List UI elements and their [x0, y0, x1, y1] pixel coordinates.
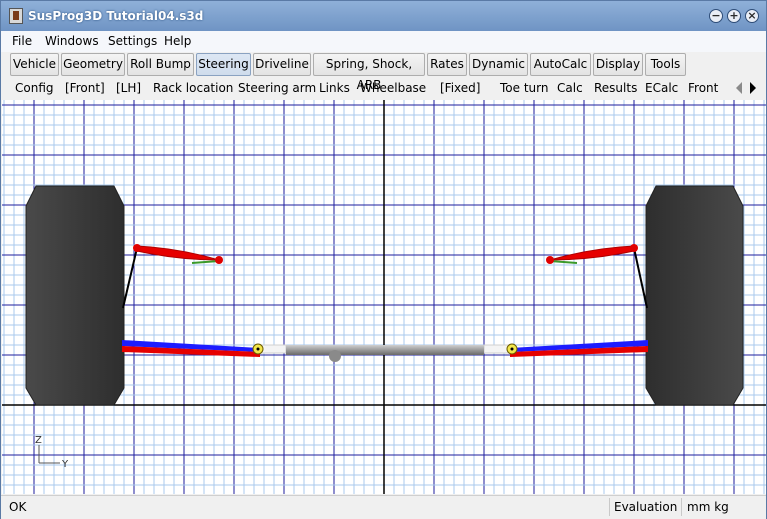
left-upper-inner-joint — [215, 256, 223, 264]
subtab-links[interactable]: Links — [319, 81, 350, 95]
title-bar: SusProg3D Tutorial04.s3d − + × — [1, 1, 766, 31]
status-message: OK — [9, 500, 27, 514]
menu-file[interactable]: File — [12, 34, 32, 48]
tab-autocalc[interactable]: AutoCalc — [530, 53, 591, 76]
right-upper-outer-joint — [630, 244, 638, 252]
tab-display[interactable]: Display — [593, 53, 643, 76]
app-icon — [9, 8, 23, 24]
subtab-rack-location[interactable]: Rack location — [153, 81, 233, 95]
left-tire[interactable] — [25, 185, 125, 406]
tab-steering[interactable]: Steering — [196, 53, 251, 76]
tab-rates[interactable]: Rates — [427, 53, 467, 76]
tab-driveline[interactable]: Driveline — [253, 53, 311, 76]
steering-rack[interactable] — [286, 345, 484, 355]
tab-geometry[interactable]: Geometry — [61, 53, 125, 76]
left-tie-rod[interactable] — [259, 344, 287, 354]
scroll-left-icon[interactable] — [736, 82, 742, 94]
steering-subtabs: Config [Front] [LH] Rack location Steeri… — [1, 78, 766, 99]
left-upper-outer-joint — [133, 244, 141, 252]
window-title: SusProg3D Tutorial04.s3d — [28, 9, 204, 23]
subtab-front-view[interactable]: Front — [688, 81, 718, 95]
viewport-canvas: Z Y — [2, 100, 766, 494]
status-units: mm kg — [687, 500, 729, 514]
menu-bar: File Windows Settings Help — [1, 31, 766, 52]
status-divider — [609, 498, 610, 516]
subtab-wheelbase[interactable]: Wheelbase — [360, 81, 426, 95]
subtab-calc[interactable]: Calc — [557, 81, 583, 95]
app-window: SusProg3D Tutorial04.s3d − + × File Wind… — [0, 0, 767, 519]
tab-tools[interactable]: Tools — [645, 53, 686, 76]
pinion — [329, 350, 341, 362]
scroll-right-icon[interactable] — [750, 82, 756, 94]
status-divider — [681, 498, 682, 516]
menu-help[interactable]: Help — [164, 34, 191, 48]
close-icon[interactable]: × — [745, 9, 759, 23]
subtab-ecalc[interactable]: ECalc — [645, 81, 678, 95]
axis-y-label: Y — [61, 459, 69, 470]
subtab-front[interactable]: [Front] — [65, 81, 105, 95]
right-tie-rod[interactable] — [483, 344, 511, 354]
tab-roll-bump[interactable]: Roll Bump — [127, 53, 194, 76]
subtab-config[interactable]: Config — [15, 81, 54, 95]
tab-dynamic[interactable]: Dynamic — [469, 53, 528, 76]
tab-vehicle[interactable]: Vehicle — [10, 53, 59, 76]
right-upper-inner-joint — [546, 256, 554, 264]
main-tabs: Vehicle Geometry Roll Bump Steering Driv… — [1, 52, 766, 92]
subtab-steering-arm[interactable]: Steering arm — [238, 81, 316, 95]
subtab-results[interactable]: Results — [594, 81, 637, 95]
status-mode: Evaluation — [614, 500, 678, 514]
suspension-3d-view[interactable]: Z Y — [2, 100, 766, 494]
minimize-icon[interactable]: − — [709, 9, 723, 23]
menu-windows[interactable]: Windows — [45, 34, 99, 48]
tab-spring-shock-arb[interactable]: Spring, Shock, ARB — [313, 53, 425, 92]
status-bar: OK Evaluation mm kg — [1, 495, 766, 519]
subtab-fixed[interactable]: [Fixed] — [440, 81, 480, 95]
subtab-lh[interactable]: [LH] — [116, 81, 141, 95]
maximize-icon[interactable]: + — [727, 9, 741, 23]
menu-settings[interactable]: Settings — [108, 34, 157, 48]
right-tire[interactable] — [645, 185, 744, 406]
subtab-toe-turn[interactable]: Toe turn — [500, 81, 548, 95]
axis-z-label: Z — [35, 435, 42, 446]
